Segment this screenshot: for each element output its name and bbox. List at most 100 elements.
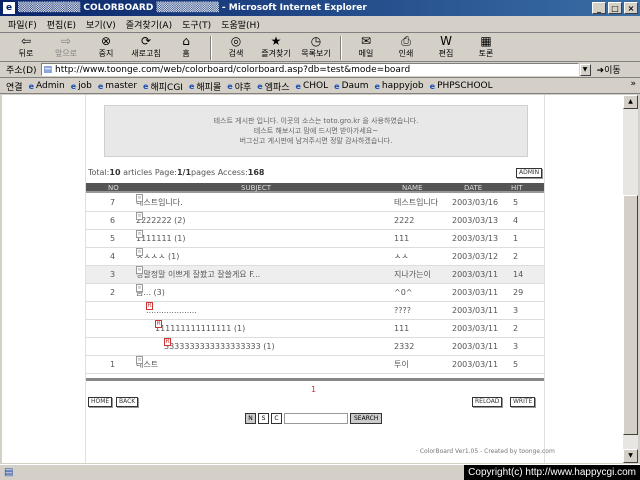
search-button[interactable]: ◎ 검색 xyxy=(218,34,254,59)
menu-view[interactable]: 보기(V) xyxy=(86,18,116,31)
link-happymall[interactable]: e 해피몰 xyxy=(189,80,221,93)
row-hit: 1 xyxy=(513,234,519,243)
table-row[interactable]: R....................???? 2003/03/11 3 xyxy=(86,302,544,320)
post-icon: ≡ xyxy=(136,284,143,292)
row-subject-link[interactable]: R.................... xyxy=(146,302,197,320)
row-subject-link[interactable]: R 3333333333333333333 (1) xyxy=(164,338,275,356)
row-no: 1 xyxy=(110,360,116,369)
table-row[interactable]: 2 ≡ 음... (3) ^0^ 2003/03/11 29 xyxy=(86,284,544,302)
row-name[interactable]: 2222 xyxy=(394,212,414,230)
reload-button[interactable]: RELOAD xyxy=(472,397,503,407)
table-row[interactable]: 1 ≡ 테스트 투이 2003/03/11 5 xyxy=(86,356,544,374)
menu-edit[interactable]: 편집(E) xyxy=(47,18,76,31)
scroll-down-button[interactable]: ▼ xyxy=(623,449,638,463)
row-date: 2003/03/11 xyxy=(452,342,499,351)
table-row[interactable]: 5 ≡ 1111111 (1) 111 2003/03/13 1 xyxy=(86,230,544,248)
ie-page-icon: e xyxy=(28,81,34,91)
link-job[interactable]: e job xyxy=(71,81,92,91)
table-row[interactable]: 7 ≡ 테스트입니다. 테스트입니다 2003/03/16 5 xyxy=(86,194,544,212)
minimize-button[interactable]: _ xyxy=(592,2,606,14)
menu-tools[interactable]: 도구(T) xyxy=(182,18,211,31)
go-button[interactable]: ➜이동 xyxy=(597,63,621,76)
row-hit: 4 xyxy=(513,216,519,225)
scroll-up-button[interactable]: ▲ xyxy=(623,95,638,109)
history-button[interactable]: ◷ 목록보기 xyxy=(298,34,334,59)
row-no: 3 xyxy=(110,270,116,279)
table-row[interactable]: 4 ≡ ㅅㅅㅅㅅ (1) ㅅㅅ 2003/03/12 2 xyxy=(86,248,544,266)
admin-button[interactable]: ADMIN xyxy=(516,168,543,178)
ie-page-icon: e xyxy=(143,81,149,91)
discuss-button[interactable]: ▦ 토론 xyxy=(468,34,504,59)
page-link[interactable]: 1 xyxy=(311,385,316,394)
row-name[interactable]: ㅅㅅ xyxy=(394,248,409,266)
links-label: 연결 xyxy=(6,82,23,93)
table-row[interactable]: R 3333333333333333333 (1) 2332 2003/03/11 3 xyxy=(86,338,544,356)
menu-help[interactable]: 도움말(H) xyxy=(221,18,260,31)
back-link-button[interactable]: BACK xyxy=(116,397,139,407)
search-opt-subject[interactable]: S xyxy=(258,413,269,424)
mail-button[interactable]: ✉ 메일 xyxy=(348,34,384,59)
print-button[interactable]: ⎙ 인쇄 xyxy=(388,34,424,59)
col-subject: SUBJECT xyxy=(241,184,272,192)
maximize-button[interactable]: □ xyxy=(608,2,622,14)
search-opt-content[interactable]: C xyxy=(271,413,282,424)
scroll-thumb[interactable] xyxy=(623,195,638,435)
row-subject-link[interactable]: ≡ 음... (3) xyxy=(136,284,165,302)
forward-arrow-icon: ⇨ xyxy=(60,34,72,48)
link-chol[interactable]: e CHOL xyxy=(296,81,329,91)
forward-button[interactable]: ⇨ 앞으로 xyxy=(48,34,84,59)
window-title: ▒▒▒▒▒▒▒▒▒ COLORBOARD ▒▒▒▒▒▒▒▒▒ - Microso… xyxy=(18,3,367,13)
stop-button[interactable]: ⊗ 중지 xyxy=(88,34,124,59)
table-row[interactable]: R 111111111111111 (1) 111 2003/03/11 2 xyxy=(86,320,544,338)
link-master[interactable]: e master xyxy=(98,81,137,91)
row-name[interactable]: 테스트입니다 xyxy=(394,194,438,212)
search-submit-button[interactable]: SEARCH xyxy=(350,413,383,424)
menu-favorites[interactable]: 즐겨찾기(A) xyxy=(126,18,172,31)
row-subject-link[interactable]: ≡ 테스트입니다. xyxy=(136,194,183,212)
back-button[interactable]: ⇦ 뒤로 xyxy=(8,34,44,59)
favorites-button[interactable]: ★ 즐겨찾기 xyxy=(258,34,294,59)
row-name[interactable]: 2332 xyxy=(394,338,414,356)
search-opt-name[interactable]: N xyxy=(245,413,256,424)
row-name[interactable]: 111 xyxy=(394,320,409,338)
link-daum[interactable]: e Daum xyxy=(334,81,368,91)
address-input[interactable]: ▤ http://www.toonge.com/web/colorboard/c… xyxy=(40,63,579,76)
row-subject-link[interactable]: ≡ 테스트 xyxy=(136,356,158,374)
row-subject-link[interactable]: ≡ 2222222 (2) xyxy=(136,212,186,230)
row-subject-link[interactable]: R 111111111111111 (1) xyxy=(155,320,245,338)
link-admin[interactable]: e Admin xyxy=(29,81,65,91)
home-button[interactable]: ⌂ 홈 xyxy=(168,34,204,59)
table-row[interactable]: 6 ≡ 2222222 (2) 2222 2003/03/13 4 xyxy=(86,212,544,230)
link-happyjob[interactable]: e happyjob xyxy=(374,81,423,91)
title-bar: e ▒▒▒▒▒▒▒▒▒ COLORBOARD ▒▒▒▒▒▒▒▒▒ - Micro… xyxy=(0,0,640,16)
home-link-button[interactable]: HOME xyxy=(88,397,113,407)
reply-icon: R xyxy=(146,302,153,310)
row-name[interactable]: 투이 xyxy=(394,356,409,374)
link-empas[interactable]: e 엠파스 xyxy=(257,80,289,93)
link-yahoo[interactable]: e 야후 xyxy=(227,80,251,93)
toolbar: ⇦ 뒤로 ⇨ 앞으로 ⊗ 중지 ⟳ 새로고침 ⌂ 홈 ◎ 검색 ★ 즐겨찾기 ◷… xyxy=(0,34,640,62)
link-happycgi[interactable]: e 해피CGI xyxy=(143,80,183,93)
row-name[interactable]: 111 xyxy=(394,230,409,248)
row-hit: 3 xyxy=(513,342,519,351)
status-bar: ▤ Copyright(c) http://www.happycgi.com xyxy=(0,464,640,480)
row-name[interactable]: 지나가는이 xyxy=(394,266,431,284)
ie-page-icon: e xyxy=(295,81,301,91)
close-button[interactable]: × xyxy=(624,2,638,14)
row-name[interactable]: ???? xyxy=(394,302,411,320)
vertical-scrollbar[interactable]: ▲ ▼ xyxy=(623,95,638,463)
row-name[interactable]: ^0^ xyxy=(394,284,413,302)
row-subject-link[interactable]: ≡ 정말정말 이쁘게 잘봤고 잘쓸게요 F... xyxy=(136,266,260,284)
menu-file[interactable]: 파일(F) xyxy=(8,18,37,31)
row-subject-link[interactable]: ≡ ㅅㅅㅅㅅ (1) xyxy=(136,248,179,266)
search-input[interactable] xyxy=(284,413,348,424)
edit-button[interactable]: W 편집 xyxy=(428,34,464,59)
address-dropdown-button[interactable]: ▼ xyxy=(579,63,591,76)
links-more-button[interactable]: » xyxy=(630,79,636,89)
table-row[interactable]: 3 ≡ 정말정말 이쁘게 잘봤고 잘쓸게요 F... 지나가는이 2003/03/11 1… xyxy=(86,266,544,284)
search-row: N S C SEARCH xyxy=(245,413,383,424)
write-button[interactable]: WRITE xyxy=(510,397,536,407)
refresh-button[interactable]: ⟳ 새로고침 xyxy=(128,34,164,59)
link-phpschool[interactable]: e PHPSCHOOL xyxy=(430,81,493,91)
row-subject-link[interactable]: ≡ 1111111 (1) xyxy=(136,230,186,248)
